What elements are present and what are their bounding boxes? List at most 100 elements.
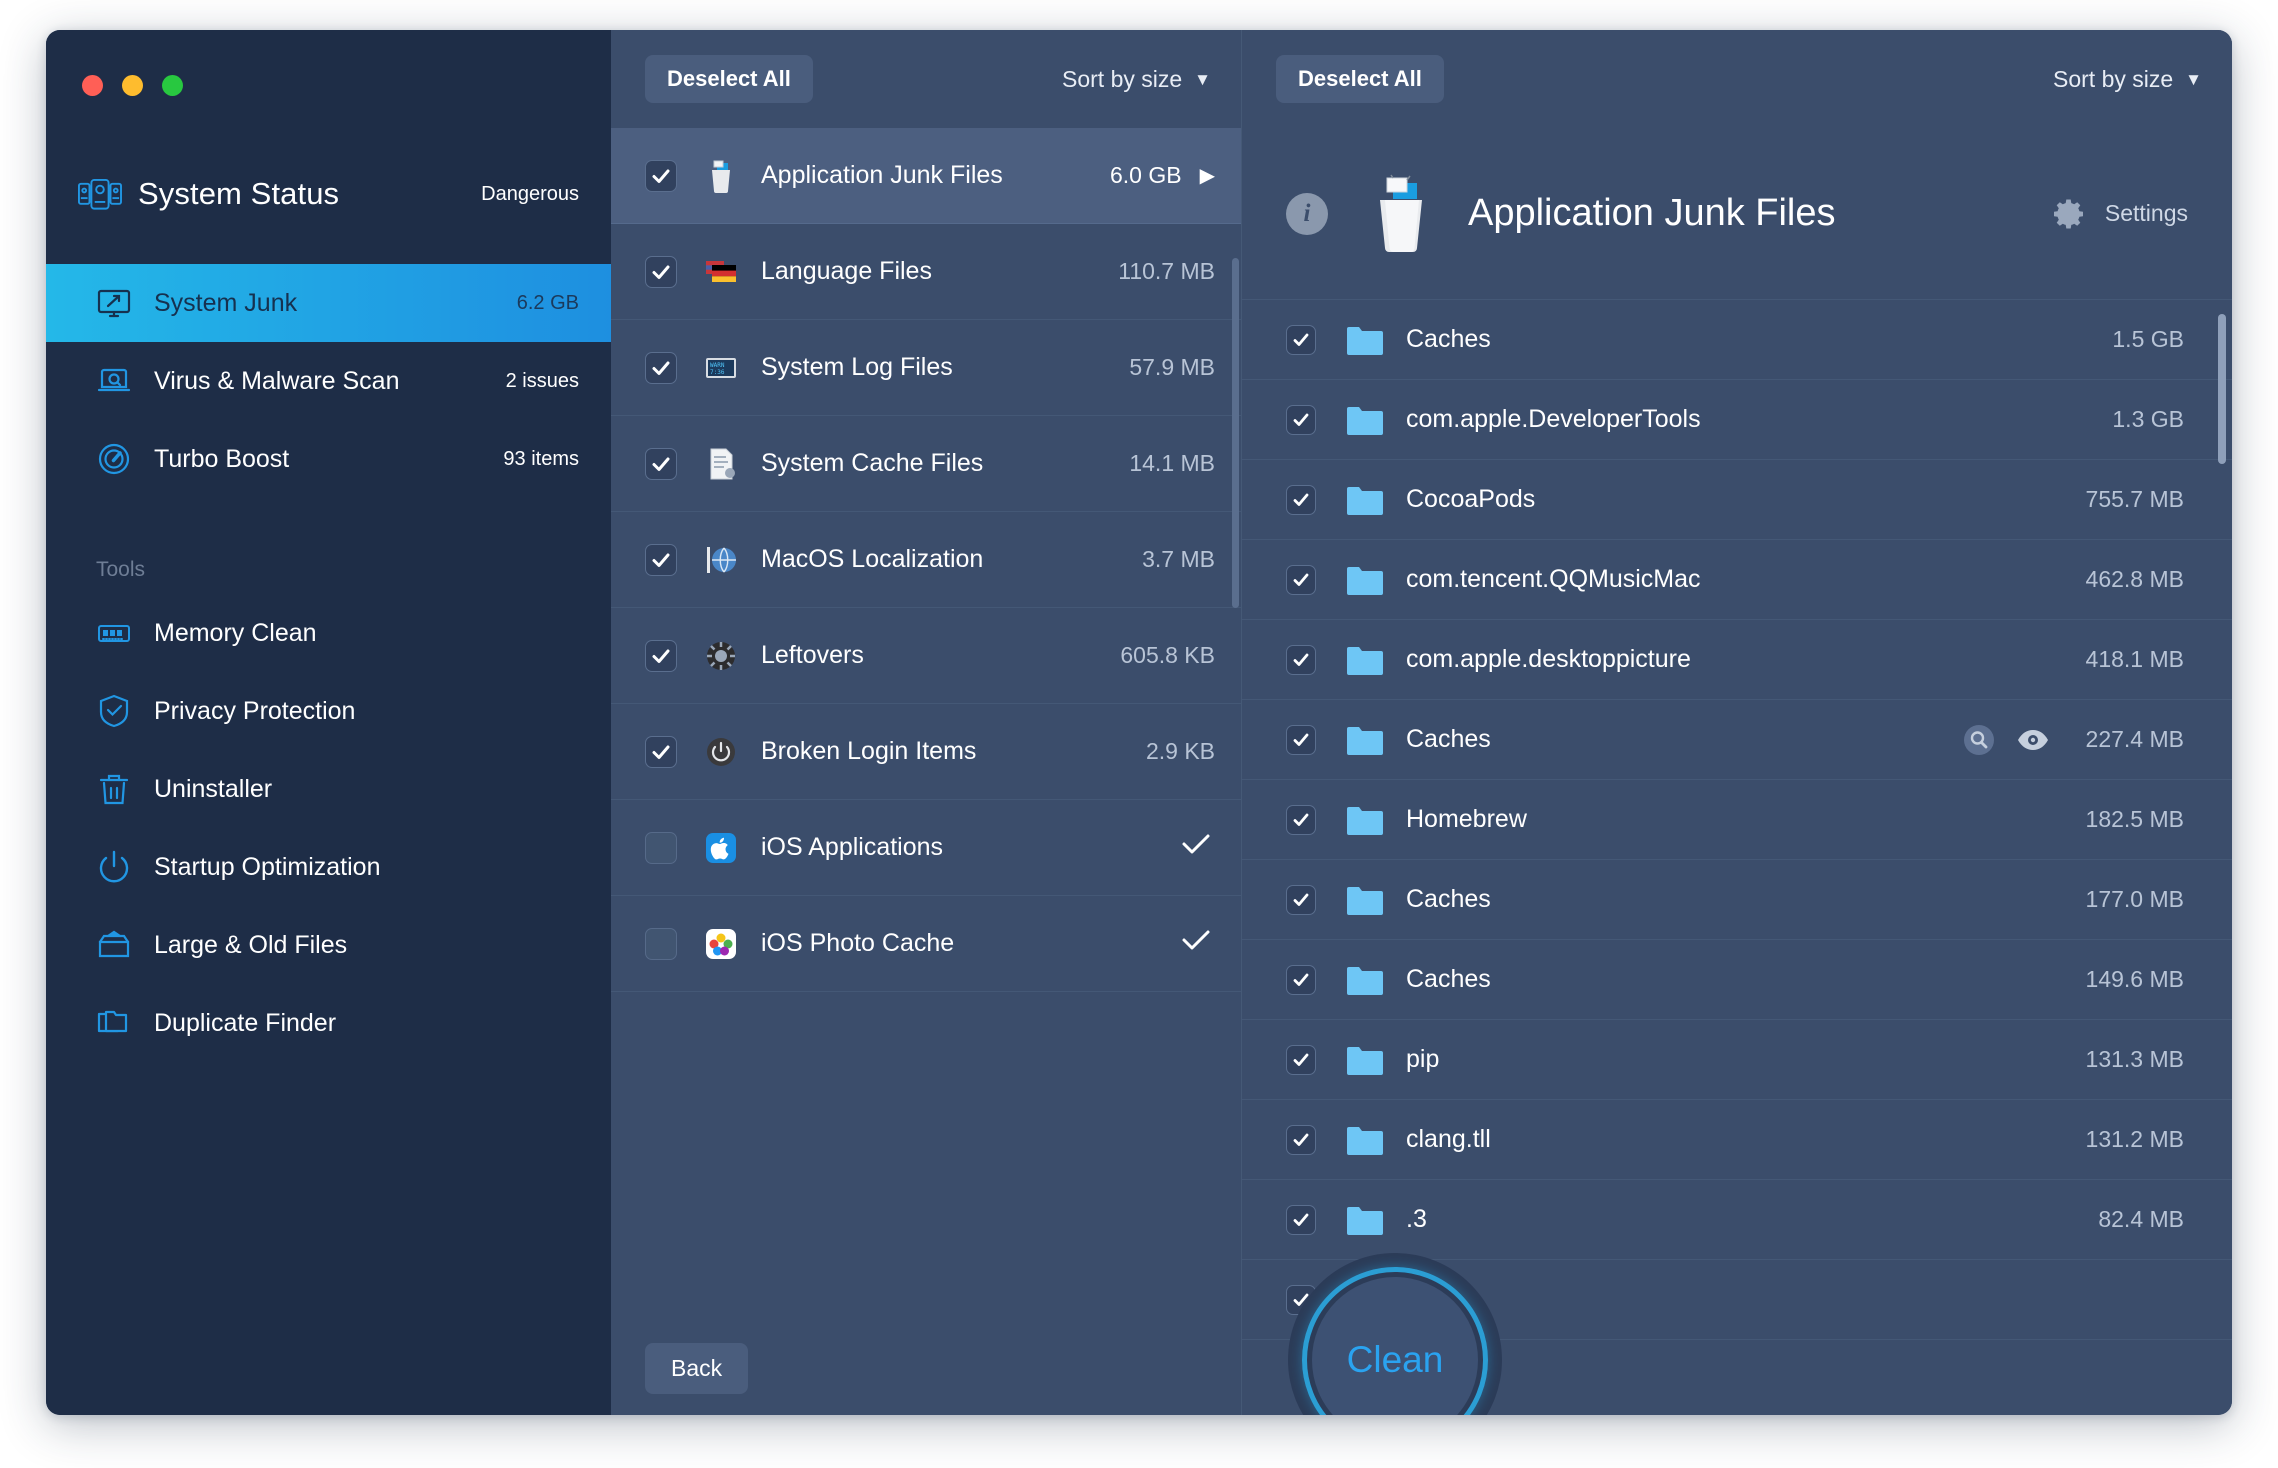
row-checkbox[interactable] [645,927,677,960]
sidebar-nav: System Junk 6.2 GB Virus & Malware Scan … [46,264,611,498]
svg-text:WARN: WARN [710,362,725,369]
settings-label: Settings [2104,200,2188,226]
settings-button[interactable]: Settings [2053,197,2188,231]
file-checkbox[interactable] [1286,484,1316,515]
power-circle-icon [703,734,739,770]
category-label: iOS Photo Cache [761,929,955,957]
file-row[interactable]: com.apple.desktoppicture 418.1 MB [1242,620,2232,700]
file-size: 1.3 GB [2112,406,2184,432]
gear-icon [2053,197,2087,231]
sidebar-item-label: System Junk [154,288,298,317]
sidebar-item-uninstaller[interactable]: Uninstaller [46,750,611,828]
file-row[interactable]: pip 131.3 MB [1242,1020,2232,1100]
file-checkbox[interactable] [1286,804,1316,835]
file-row[interactable]: clang.tll 131.2 MB [1242,1100,2232,1180]
deselect-all-button-detail[interactable]: Deselect All [1276,55,1444,103]
file-size: 418.1 MB [2085,646,2184,672]
row-checkbox[interactable] [645,159,677,192]
eye-icon[interactable] [2016,723,2050,757]
magnifier-icon[interactable] [1962,723,1996,757]
category-row[interactable]: System Cache Files 14.1 MB [611,416,1241,512]
file-row[interactable]: Homebrew 182.5 MB [1242,780,2232,860]
file-name: com.tencent.QQMusicMac [1406,565,1701,593]
file-checkbox[interactable] [1286,1044,1316,1075]
detail-column: Deselect All Sort by size ▼ i Applicatio… [1242,30,2232,1415]
file-checkbox[interactable] [1286,644,1316,675]
sort-by-size-detail[interactable]: Sort by size ▼ [2053,66,2202,93]
file-name: pip [1406,1045,1440,1073]
category-row[interactable]: iOS Applications [611,800,1241,896]
sidebar-item-duplicate-finder[interactable]: Duplicate Finder [46,984,611,1062]
deselect-all-button-categories[interactable]: Deselect All [645,55,813,103]
category-row[interactable]: Leftovers 605.8 KB [611,608,1241,704]
category-list-scrollbar[interactable] [1232,258,1239,608]
file-checkbox[interactable] [1286,324,1316,355]
category-label: System Cache Files [761,449,984,477]
category-label: System Log Files [761,353,953,381]
sidebar-item-memory-clean[interactable]: Memory Clean [46,594,611,672]
sidebar-item-system-junk[interactable]: System Junk 6.2 GB [46,264,611,342]
file-checkbox[interactable] [1286,1204,1316,1235]
file-row[interactable]: .3 82.4 MB [1242,1180,2232,1260]
chevron-down-icon: ▼ [1194,69,1211,89]
sidebar-item-privacy-protection[interactable]: Privacy Protection [46,672,611,750]
maximize-icon[interactable] [162,75,183,96]
detail-list-scrollbar[interactable] [2218,314,2226,464]
row-checkbox[interactable] [645,255,677,288]
row-checkbox[interactable] [645,351,677,384]
row-checkbox[interactable] [645,543,677,576]
file-row[interactable]: CocoaPods 755.7 MB [1242,460,2232,540]
desktop-background: System Status Dangerous System Junk 6.2 … [0,0,2278,1468]
category-size: 14.1 MB [1129,450,1215,476]
sort-label: Sort by size [1062,65,1183,92]
sidebar-item-label: Memory Clean [154,618,317,647]
system-status-row[interactable]: System Status Dangerous [46,162,611,226]
file-checkbox[interactable] [1286,964,1316,995]
file-row[interactable]: Caches 177.0 MB [1242,860,2232,940]
file-checkbox[interactable] [1286,564,1316,595]
file-row[interactable]: com.tencent.QQMusicMac 462.8 MB [1242,540,2232,620]
detail-file-list: Caches 1.5 GB com.apple.DeveloperTools 1… [1242,300,2232,1415]
laptop-search-icon [96,363,132,399]
file-checkbox[interactable] [1286,884,1316,915]
clean-button[interactable]: Clean [1288,1253,1502,1415]
file-checkbox[interactable] [1286,404,1316,435]
sort-by-size-categories[interactable]: Sort by size ▼ [1062,66,1211,93]
category-row[interactable]: WARN 7:36 System Log Files 57.9 MB [611,320,1241,416]
folder-icon [1346,1125,1384,1155]
close-icon[interactable] [82,75,103,96]
category-row[interactable]: iOS Photo Cache [611,896,1241,992]
category-row[interactable]: Language Files 110.7 MB [611,224,1241,320]
file-size: 755.7 MB [2085,486,2184,512]
globe-icon [703,542,739,578]
file-row[interactable]: Caches 1.5 GB [1242,300,2232,380]
category-row[interactable]: Broken Login Items 2.9 KB [611,704,1241,800]
folder-icon [1346,405,1384,435]
file-checkbox[interactable] [1286,724,1316,755]
sidebar-item-startup-optimization[interactable]: Startup Optimization [46,828,611,906]
file-name: Caches [1406,725,1491,753]
row-checkbox[interactable] [645,639,677,672]
category-label: iOS Applications [761,833,944,861]
row-checkbox[interactable] [645,735,677,768]
file-row[interactable]: com.apple.DeveloperTools 1.3 GB [1242,380,2232,460]
minimize-icon[interactable] [122,75,143,96]
category-size: 57.9 MB [1129,354,1215,380]
sidebar-item-virus-malware-scan[interactable]: Virus & Malware Scan 2 issues [46,342,611,420]
detail-title: Application Junk Files [1468,192,1836,234]
app-window: System Status Dangerous System Junk 6.2 … [46,30,2232,1415]
sidebar-item-label: Turbo Boost [154,444,290,473]
row-checkbox[interactable] [645,447,677,480]
category-row[interactable]: Application Junk Files 6.0 GB ▶ [611,128,1241,224]
file-row[interactable]: Caches 227.4 MB [1242,700,2232,780]
file-checkbox[interactable] [1286,1124,1316,1155]
sidebar-item-large-old-files[interactable]: Large & Old Files [46,906,611,984]
sort-label: Sort by size [2053,65,2174,92]
file-row[interactable]: Caches 149.6 MB [1242,940,2232,1020]
info-icon[interactable]: i [1286,192,1328,235]
sidebar-item-turbo-boost[interactable]: Turbo Boost 93 items [46,420,611,498]
log-screen-icon: WARN 7:36 [703,350,739,386]
category-row[interactable]: MacOS Localization 3.7 MB [611,512,1241,608]
row-checkbox[interactable] [645,831,677,864]
back-button[interactable]: Back [645,1342,749,1394]
